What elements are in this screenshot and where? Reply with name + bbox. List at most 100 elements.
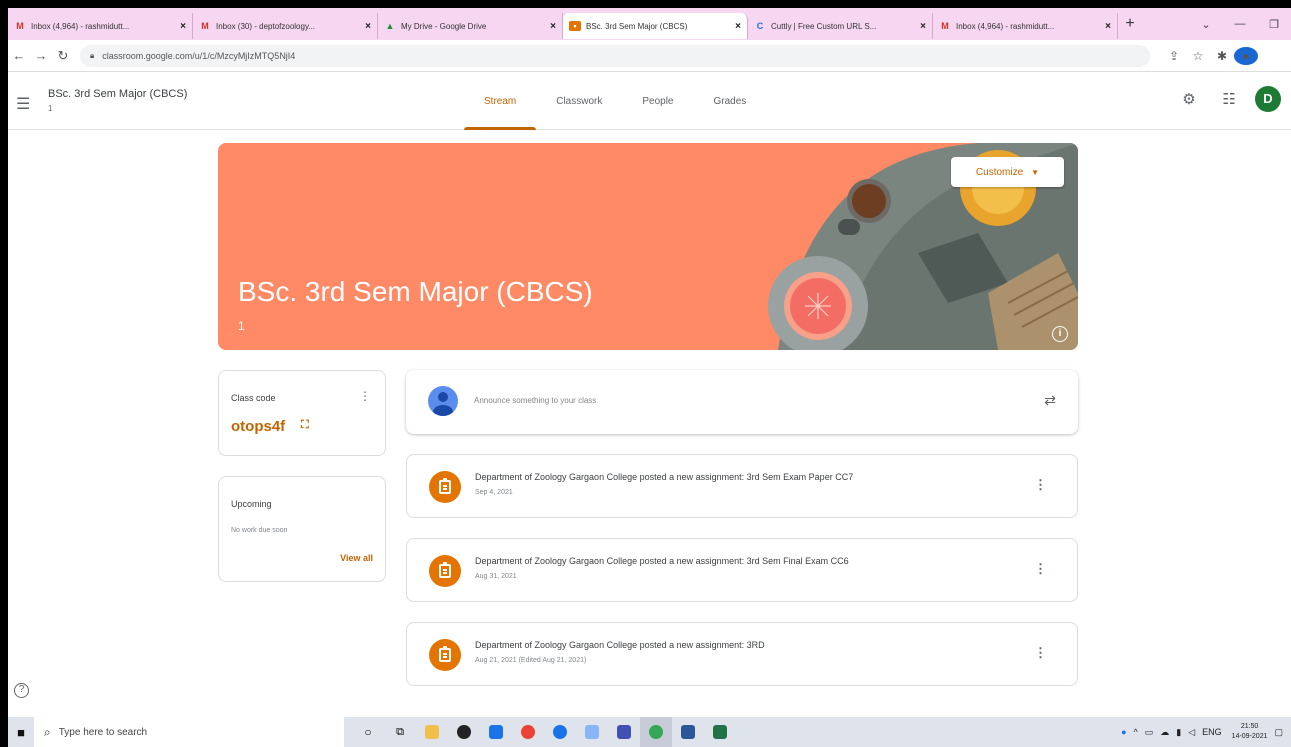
- tab-label: Inbox (30) - deptofzoology...: [216, 21, 316, 31]
- word-icon[interactable]: [672, 717, 704, 747]
- tab-label: BSc. 3rd Sem Major (CBCS): [586, 21, 688, 31]
- taskbar-search[interactable]: ⌕ Type here to search: [34, 717, 344, 747]
- class-title[interactable]: BSc. 3rd Sem Major (CBCS): [48, 88, 187, 100]
- close-icon[interactable]: ×: [550, 21, 556, 32]
- repost-icon[interactable]: ⇄: [1044, 392, 1056, 409]
- gmail-icon: M: [941, 21, 949, 31]
- system-tray: ● ^ ▭ ☁ ▮ ◁ ENG 21:50 14-09-2021 ▢: [1114, 717, 1283, 747]
- url-field[interactable]: 🔒︎ classroom.google.com/u/1/c/MzcyMjIzMT…: [80, 44, 1150, 67]
- cortana-icon[interactable]: ○: [352, 717, 384, 747]
- more-vert-icon[interactable]: ⋮: [1034, 477, 1047, 493]
- browser-tab[interactable]: M Inbox (4,964) - rashmidutt... ×: [8, 13, 193, 39]
- post-date: Aug 31, 2021: [475, 573, 517, 580]
- tab-classwork[interactable]: Classwork: [536, 72, 622, 130]
- announce-placeholder: Announce something to your class: [474, 396, 597, 405]
- more-vert-icon[interactable]: ⋮: [359, 389, 371, 403]
- task-view-icon[interactable]: ⧉: [384, 717, 416, 747]
- browser-tab[interactable]: C Cuttly | Free Custom URL S... ×: [748, 13, 933, 39]
- chrome-active-icon[interactable]: [640, 717, 672, 747]
- taskbar-search-placeholder: Type here to search: [58, 726, 148, 738]
- app-icon[interactable]: [480, 717, 512, 747]
- customize-button[interactable]: Customize ▼: [951, 157, 1064, 187]
- class-section: 1: [48, 104, 53, 113]
- back-icon[interactable]: ←: [8, 48, 30, 63]
- url-text: classroom.google.com/u/1/c/MzcyMjIzMTQ5N…: [102, 50, 296, 61]
- view-all-link[interactable]: View all: [340, 553, 373, 563]
- paint-icon[interactable]: [576, 717, 608, 747]
- browser-tab[interactable]: M Inbox (30) - deptofzoology... ×: [193, 13, 378, 39]
- chevron-up-icon[interactable]: ^: [1134, 727, 1138, 737]
- assignment-icon: [429, 555, 461, 587]
- bookmark-star-icon[interactable]: ☆: [1186, 49, 1210, 63]
- tab-people[interactable]: People: [622, 72, 693, 130]
- settings-gear-icon[interactable]: ⚙: [1169, 90, 1209, 108]
- restore-icon[interactable]: ❐: [1257, 18, 1291, 31]
- browser-tab-strip: M Inbox (4,964) - rashmidutt... × M Inbo…: [8, 8, 1291, 40]
- chevron-down-icon[interactable]: ⌄: [1189, 18, 1223, 31]
- fullscreen-icon[interactable]: ⛶: [301, 419, 309, 432]
- info-icon[interactable]: i: [1052, 326, 1068, 342]
- post-title: Department of Zoology Gargaon College po…: [475, 556, 849, 566]
- apps-grid-icon[interactable]: ☷: [1209, 90, 1249, 108]
- classroom-header: ☰ BSc. 3rd Sem Major (CBCS) 1 Stream Cla…: [8, 72, 1291, 130]
- excel-icon[interactable]: [704, 717, 736, 747]
- app-icon[interactable]: [608, 717, 640, 747]
- close-icon[interactable]: ×: [365, 21, 371, 32]
- browser-tab-active[interactable]: ▪ BSc. 3rd Sem Major (CBCS) ×: [563, 13, 748, 39]
- more-vert-icon[interactable]: ⋮: [1034, 645, 1047, 661]
- menu-icon[interactable]: ☰: [16, 94, 30, 114]
- account-avatar[interactable]: D: [1255, 86, 1281, 112]
- help-icon[interactable]: ?: [14, 683, 29, 698]
- browser-app-icon[interactable]: [448, 717, 480, 747]
- windows-taskbar: ■ ⌕ Type here to search ○ ⧉ ● ^ ▭ ☁ ▮ ◁: [8, 717, 1291, 747]
- announce-box[interactable]: Announce something to your class ⇄: [406, 370, 1078, 434]
- customize-label: Customize: [975, 166, 1024, 178]
- classroom-icon: ▪: [569, 21, 581, 31]
- profile-icon[interactable]: ●: [1234, 46, 1258, 65]
- tab-stream[interactable]: Stream: [464, 72, 537, 130]
- stream-post[interactable]: Department of Zoology Gargaon College po…: [406, 454, 1078, 518]
- assignment-icon: [429, 639, 461, 671]
- volume-icon[interactable]: ◁: [1188, 727, 1195, 738]
- close-icon[interactable]: ×: [180, 21, 186, 32]
- minimize-icon[interactable]: —: [1223, 18, 1257, 30]
- close-icon[interactable]: ×: [920, 21, 926, 32]
- post-date: Aug 21, 2021 (Edited Aug 21, 2021): [475, 657, 587, 664]
- assignment-icon: [429, 471, 461, 503]
- reload-icon[interactable]: ↻: [52, 48, 74, 64]
- notification-icon[interactable]: ▢: [1274, 727, 1283, 738]
- language-indicator[interactable]: ENG: [1202, 727, 1222, 737]
- tab-grades[interactable]: Grades: [694, 72, 767, 130]
- stream-post[interactable]: Department of Zoology Gargaon College po…: [406, 538, 1078, 602]
- battery-icon[interactable]: ▮: [1176, 727, 1181, 738]
- post-title: Department of Zoology Gargaon College po…: [475, 472, 854, 482]
- chrome-icon[interactable]: [512, 717, 544, 747]
- drive-icon: ▲: [385, 21, 395, 31]
- upcoming-label: Upcoming: [231, 499, 272, 509]
- caret-down-icon: ▼: [1031, 167, 1040, 177]
- browser-tab[interactable]: ▲ My Drive - Google Drive ×: [378, 13, 563, 39]
- class-nav-tabs: Stream Classwork People Grades: [464, 72, 766, 130]
- header-actions: ⚙ ☷ D: [1169, 86, 1281, 112]
- window-controls: ⌄ — ❐: [1189, 8, 1291, 40]
- stream-post[interactable]: Department of Zoology Gargaon College po…: [406, 622, 1078, 686]
- weather-icon[interactable]: ●: [1121, 727, 1126, 737]
- network-icon[interactable]: ▭: [1145, 727, 1154, 738]
- browser-tab[interactable]: M Inbox (4,964) - rashmidutt... ×: [933, 13, 1118, 39]
- onedrive-icon[interactable]: ☁: [1160, 727, 1169, 738]
- close-icon[interactable]: ×: [1105, 21, 1111, 32]
- close-icon[interactable]: ×: [735, 21, 741, 32]
- taskbar-clock[interactable]: 21:50 14-09-2021: [1232, 722, 1268, 742]
- extensions-icon[interactable]: ✱: [1210, 49, 1234, 63]
- class-code-label: Class code: [231, 393, 276, 403]
- post-title: Department of Zoology Gargaon College po…: [475, 640, 765, 650]
- windows-start-icon[interactable]: ■: [8, 725, 34, 740]
- upcoming-empty-text: No work due soon: [231, 527, 288, 534]
- file-explorer-icon[interactable]: [416, 717, 448, 747]
- forward-icon[interactable]: →: [30, 48, 52, 63]
- address-bar-row: ← → ↻ 🔒︎ classroom.google.com/u/1/c/Mzcy…: [8, 40, 1291, 72]
- new-tab-button[interactable]: +: [1118, 15, 1142, 33]
- chrome-profile-icon[interactable]: [544, 717, 576, 747]
- more-vert-icon[interactable]: ⋮: [1034, 561, 1047, 577]
- share-icon[interactable]: ⇪: [1162, 49, 1186, 63]
